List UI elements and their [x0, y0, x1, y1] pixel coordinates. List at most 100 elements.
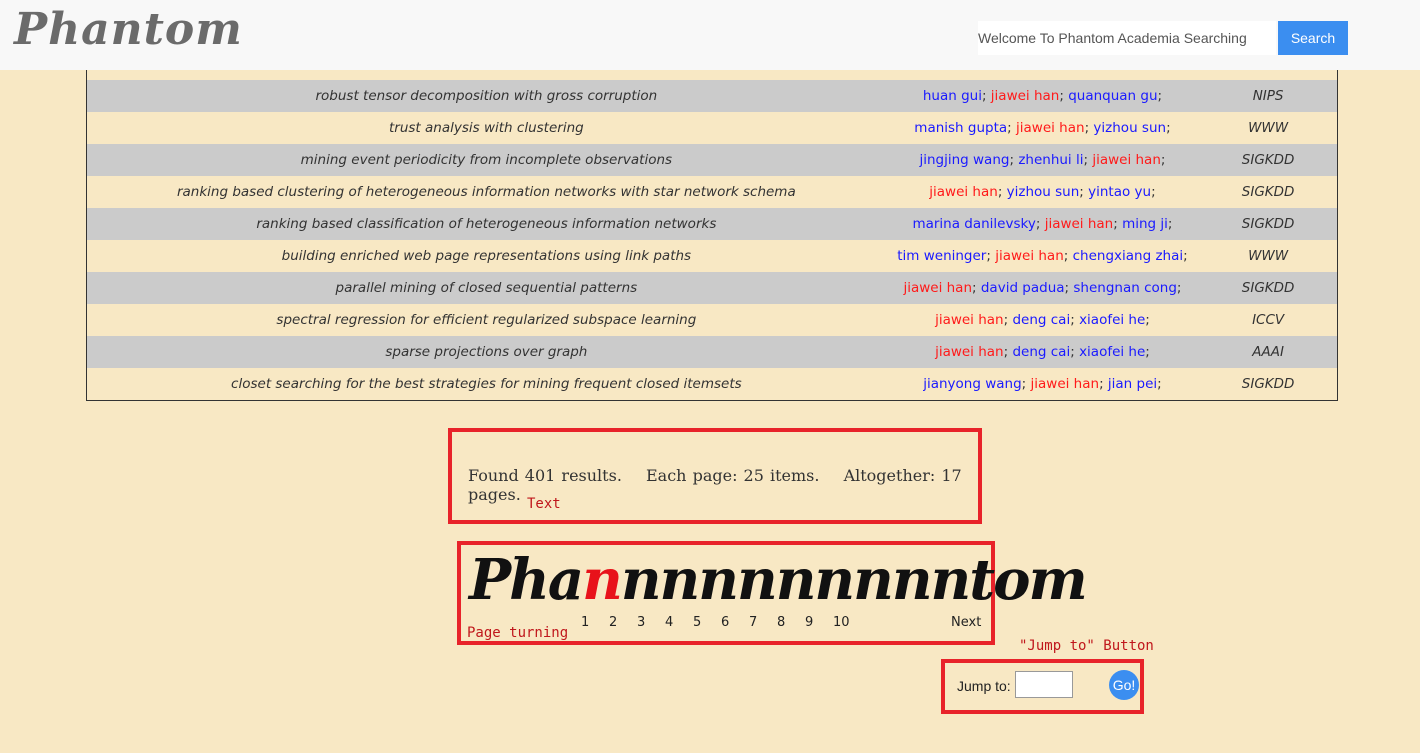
- page-number-link[interactable]: 1: [581, 615, 609, 630]
- author-link[interactable]: marina danilevsky: [912, 216, 1035, 232]
- author-link[interactable]: chengxiang zhai: [1073, 248, 1184, 264]
- author-link[interactable]: yintao yu: [1088, 184, 1151, 200]
- pager-logo-prefix: Pha: [469, 547, 584, 613]
- author-link[interactable]: deng cai: [1012, 312, 1070, 328]
- search-button[interactable]: Search: [1278, 21, 1348, 55]
- page-number-link[interactable]: 5: [693, 615, 721, 630]
- paper-title[interactable]: building enriched web page representatio…: [87, 248, 886, 264]
- paper-venue: SIGKDD: [1241, 376, 1295, 392]
- author-link[interactable]: deng cai: [1012, 344, 1070, 360]
- page-number-link[interactable]: 6: [721, 615, 749, 630]
- author-link[interactable]: shengnan cong: [1073, 280, 1177, 296]
- author-separator: ;: [1079, 184, 1089, 200]
- author-link[interactable]: jianyong wang: [923, 376, 1021, 392]
- paper-title[interactable]: closet searching for the best strategies…: [87, 376, 886, 392]
- pagination-annotation-box: Phannnnnnnnnntom Page turning 1234567891…: [457, 541, 1088, 645]
- pager-logo-rest: nnnnnnnnntom: [620, 547, 1088, 613]
- page-number-link[interactable]: 2: [609, 615, 637, 630]
- page-number-link[interactable]: 10: [833, 615, 861, 630]
- paper-authors: jiawei han; david padua; shengnan cong;: [886, 280, 1200, 296]
- author-link[interactable]: zhenhui li: [1018, 152, 1083, 168]
- author-link[interactable]: david padua: [981, 280, 1065, 296]
- paper-venue: WWW: [1248, 120, 1289, 136]
- author-separator: ;: [1167, 216, 1173, 232]
- author-separator: ;: [1113, 216, 1123, 232]
- paper-title[interactable]: sparse projections over graph: [87, 344, 886, 360]
- paper-title[interactable]: parallel mining of closed sequential pat…: [87, 280, 886, 296]
- author-link[interactable]: jingjing wang: [919, 152, 1009, 168]
- author-link[interactable]: ming ji: [1122, 216, 1168, 232]
- paper-venue: SIGKDD: [1241, 216, 1295, 232]
- author-link[interactable]: jiawei han: [995, 248, 1064, 264]
- author-link[interactable]: xiaofei he: [1079, 344, 1145, 360]
- table-row: ranking based clustering of heterogeneou…: [87, 176, 1337, 208]
- author-link[interactable]: quanquan gu: [1068, 88, 1157, 104]
- page-number-link[interactable]: 7: [749, 615, 777, 630]
- jump-page-input[interactable]: [1015, 671, 1073, 698]
- author-separator: ;: [1166, 120, 1171, 136]
- page-number-list: 1 2 3 4 5 6 7 8 9 10: [581, 615, 861, 630]
- paper-title[interactable]: robust tensor decomposition with gross c…: [87, 88, 886, 104]
- author-link[interactable]: jiawei han: [1092, 152, 1161, 168]
- author-separator: ;: [1021, 376, 1031, 392]
- author-link[interactable]: huan gui: [923, 88, 982, 104]
- jump-annotation-box: Jump to: Go!: [941, 659, 1144, 714]
- author-link[interactable]: yizhou sun: [1093, 120, 1166, 136]
- site-logo[interactable]: Phantom: [14, 4, 243, 55]
- table-row: sparse projections over graph jiawei han;…: [87, 336, 1337, 368]
- pagination-logo: Phannnnnnnnnntom: [469, 547, 1088, 613]
- page-number-link[interactable]: 4: [665, 615, 693, 630]
- table-row: building enriched web page representatio…: [87, 240, 1337, 272]
- author-link[interactable]: jiawei han: [1031, 376, 1100, 392]
- author-link[interactable]: jian pei: [1108, 376, 1157, 392]
- paper-title[interactable]: mining event periodicity from incomplete…: [87, 152, 886, 168]
- author-link[interactable]: jiawei han: [903, 280, 972, 296]
- paper-authors: tim weninger; jiawei han; chengxiang zha…: [886, 248, 1200, 264]
- page-number-link[interactable]: 3: [637, 615, 665, 630]
- author-separator: ;: [1009, 152, 1019, 168]
- author-link[interactable]: manish gupta: [914, 120, 1007, 136]
- paper-title[interactable]: spectral regression for efficient regula…: [87, 312, 886, 328]
- jump-label: Jump to:: [957, 678, 1011, 694]
- page-number-link[interactable]: 9: [805, 615, 833, 630]
- author-separator: ;: [1070, 312, 1080, 328]
- items-per-page: Each page: 25 items.: [646, 466, 820, 485]
- author-separator: ;: [1145, 344, 1150, 360]
- author-link[interactable]: jiawei han: [991, 88, 1060, 104]
- search-input[interactable]: [978, 21, 1276, 55]
- table-row: ranking based classification of heteroge…: [87, 208, 1337, 240]
- author-link[interactable]: xiaofei he: [1079, 312, 1145, 328]
- author-link[interactable]: tim weninger: [897, 248, 986, 264]
- author-separator: ;: [972, 280, 981, 296]
- author-separator: ;: [1151, 184, 1156, 200]
- author-separator: ;: [1157, 376, 1162, 392]
- paper-venue: SIGKDD: [1241, 152, 1295, 168]
- paper-authors: jiawei han; deng cai; xiaofei he;: [886, 312, 1200, 328]
- paper-title[interactable]: trust analysis with clustering: [87, 120, 886, 136]
- annotation-jump-button: "Jump to" Button: [1019, 638, 1154, 654]
- author-link[interactable]: jiawei han: [935, 312, 1004, 328]
- author-separator: ;: [1007, 120, 1017, 136]
- paper-venue: WWW: [1248, 248, 1289, 264]
- author-link[interactable]: jiawei han: [929, 184, 998, 200]
- page-number-link[interactable]: 8: [777, 615, 805, 630]
- jump-go-button[interactable]: Go!: [1109, 670, 1139, 700]
- paper-venue: SIGKDD: [1241, 280, 1295, 296]
- paper-venue: NIPS: [1252, 88, 1284, 104]
- annotation-text: Text: [527, 496, 561, 512]
- paper-title[interactable]: ranking based clustering of heterogeneou…: [87, 184, 886, 200]
- results-table: robust tensor decomposition with gross c…: [86, 48, 1338, 401]
- paper-venue: ICCV: [1252, 312, 1285, 328]
- paper-title[interactable]: ranking based classification of heteroge…: [87, 216, 886, 232]
- author-separator: ;: [1059, 88, 1069, 104]
- next-page-link[interactable]: Next: [951, 615, 981, 630]
- author-link[interactable]: jiawei han: [1045, 216, 1114, 232]
- annotation-page-turning: Page turning: [467, 625, 569, 641]
- author-link[interactable]: jiawei han: [935, 344, 1004, 360]
- author-link[interactable]: yizhou sun: [1007, 184, 1080, 200]
- paper-authors: jiawei han; deng cai; xiaofei he;: [886, 344, 1200, 360]
- author-separator: ;: [1083, 152, 1093, 168]
- author-link[interactable]: jiawei han: [1016, 120, 1085, 136]
- pager-current-page-marker: n: [582, 547, 623, 613]
- author-separator: ;: [1157, 88, 1163, 104]
